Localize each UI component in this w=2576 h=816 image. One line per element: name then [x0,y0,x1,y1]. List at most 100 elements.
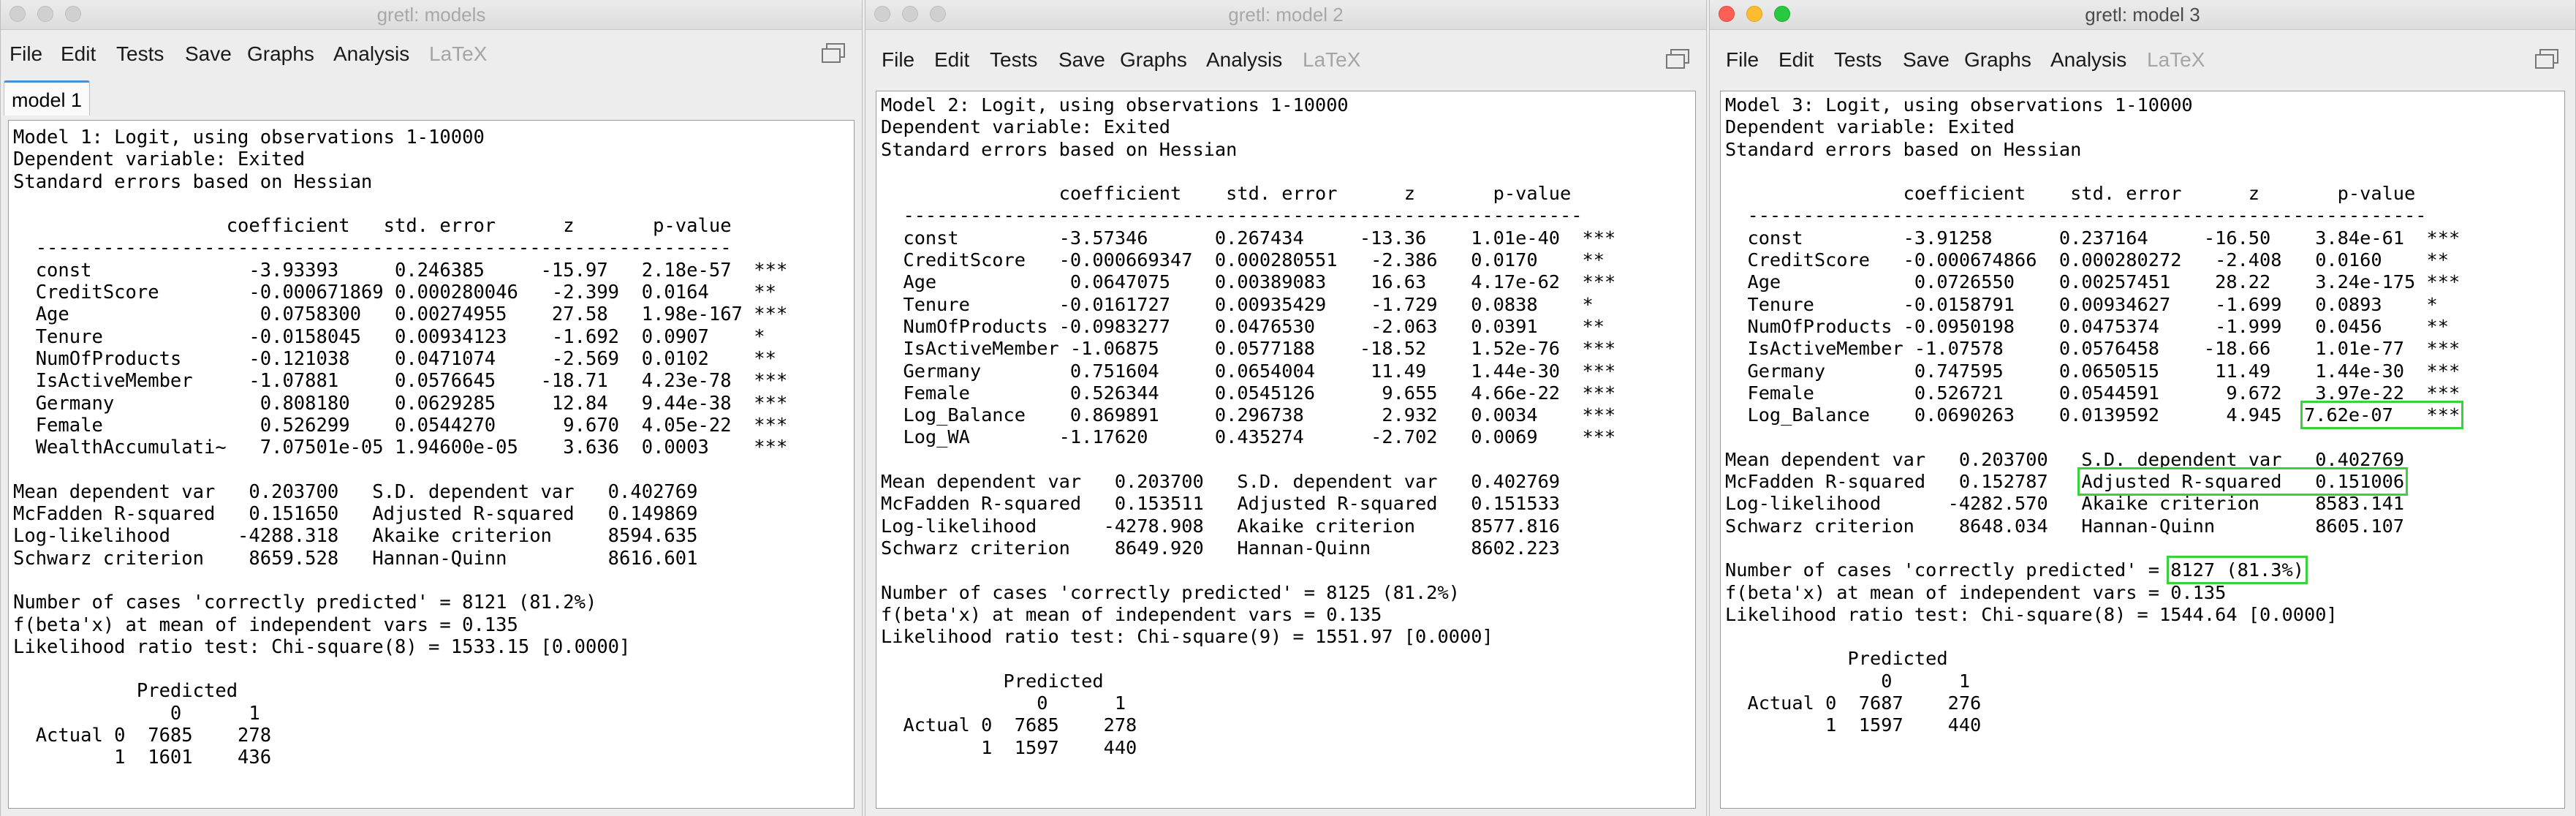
output-line: ----------------------------------------… [1725,205,2427,227]
output-line: Log-likelihood -4282.570 Akaike criterio… [1725,493,2405,515]
output-line: Standard errors based on Hessian [881,138,1238,160]
output-line: IsActiveMember -1.07578 0.0576458 -18.66… [1725,338,2461,360]
output-line: Age 0.0647075 0.00389083 16.63 4.17e-62 … [881,271,1616,293]
output-line: IsActiveMember -1.06875 0.0577188 -18.52… [881,338,1616,360]
menu-edit[interactable]: Edit [1778,48,1814,72]
output-line: IsActiveMember -1.07881 0.0576645 -18.71… [13,370,788,393]
output-line: Mean dependent var 0.203700 S.D. depende… [13,480,698,503]
output-line: Predicted [13,680,238,703]
menu-file[interactable]: File [10,42,42,66]
restore-window-icon[interactable] [821,42,846,64]
menu-edit[interactable]: Edit [61,42,96,66]
window-models: gretl: models File Edit Tests Save Graph… [0,0,863,816]
output-line: 1 1601 436 [13,747,272,769]
window-title: gretl: model 2 [1228,4,1344,26]
output-line: Schwarz criterion 8649.920 Hannan-Quinn … [881,537,1561,559]
window-model-2: gretl: model 2 File Edit Tests Save Grap… [865,0,1707,816]
output-line: Tenure -0.0161727 0.00935429 -1.729 0.08… [881,293,1594,315]
model-output-area[interactable]: Model 1: Logit, using observations 1-100… [8,120,855,809]
model-2-output: Model 2: Logit, using observations 1-100… [881,94,1615,759]
menu-analysis[interactable]: Analysis [1206,48,1282,72]
menubar: File Edit Tests Save Graphs Analysis LaT… [1710,41,2575,82]
output-line: CreditScore -0.000674866 0.000280272 -2.… [1725,249,2449,271]
output-line: McFadden R-squared 0.152787 Adjusted R-s… [1725,467,2409,496]
restore-window-icon[interactable] [2534,48,2559,70]
menubar: File Edit Tests Save Graphs Analysis LaT… [865,41,1706,82]
output-line: f(beta'x) at mean of independent vars = … [1725,581,2227,603]
output-line: Predicted [881,670,1104,692]
output-line: Actual 0 7687 276 [1725,692,1982,714]
menu-tests[interactable]: Tests [1834,48,1882,72]
output-line: Actual 0 7685 278 [881,714,1137,736]
window-title: gretl: models [376,4,486,26]
menu-edit[interactable]: Edit [934,48,969,72]
window-title: gretl: model 3 [2085,4,2200,26]
output-line: Log-likelihood -4278.908 Akaike criterio… [881,515,1561,537]
output-line: Age 0.0758300 0.00274955 27.58 1.98e-167… [13,303,788,326]
menu-graphs[interactable]: Graphs [1964,48,2031,72]
output-line: Number of cases 'correctly predicted' = … [881,581,1460,603]
output-line: NumOfProducts -0.121038 0.0471074 -2.569… [13,347,776,370]
model-output-area[interactable]: Model 3: Logit, using observations 1-100… [1720,91,2565,809]
menu-graphs[interactable]: Graphs [247,42,314,66]
titlebar[interactable]: gretl: model 3 [1710,0,2575,30]
output-line: Standard errors based on Hessian [1725,138,2082,160]
output-line: Standard errors based on Hessian [13,170,373,193]
output-line: Schwarz criterion 8659.528 Hannan-Quinn … [13,547,698,570]
menubar: File Edit Tests Save Graphs Analysis LaT… [1,35,862,76]
output-line: const -3.91258 0.237164 -16.50 3.84e-61 … [1725,227,2461,249]
menu-analysis[interactable]: Analysis [333,42,409,66]
titlebar[interactable]: gretl: model 2 [865,0,1706,30]
output-line: Predicted [1725,648,1948,670]
menu-save[interactable]: Save [1903,48,1950,72]
output-line: Mean dependent var 0.203700 S.D. depende… [1725,448,2405,470]
menu-save[interactable]: Save [185,42,232,66]
highlight-log-balance-pvalue: 7.62e-07 *** [2300,401,2464,430]
output-line: Age 0.0726550 0.00257451 28.22 3.24e-175… [1725,271,2461,293]
output-line: Female 0.526299 0.0544270 9.670 4.05e-22… [13,414,788,437]
output-line: f(beta'x) at mean of independent vars = … [881,603,1382,625]
highlight-adjusted-r-squared: Adjusted R-squared 0.151006 [2077,467,2409,496]
output-line: Female 0.526344 0.0545126 9.655 4.66e-22… [881,382,1616,404]
output-line: McFadden R-squared 0.151650 Adjusted R-s… [13,503,698,526]
model-1-output: Model 1: Logit, using observations 1-100… [13,126,787,769]
output-line: ----------------------------------------… [13,237,732,260]
menu-analysis[interactable]: Analysis [2050,48,2126,72]
output-line: CreditScore -0.000669347 0.000280551 -2.… [881,249,1605,271]
model-output-area[interactable]: Model 2: Logit, using observations 1-100… [876,91,1696,809]
menu-graphs[interactable]: Graphs [1120,48,1187,72]
output-line: Mean dependent var 0.203700 S.D. depende… [881,471,1561,493]
output-line: Tenure -0.0158791 0.00934627 -1.699 0.08… [1725,293,2438,315]
output-line: Schwarz criterion 8648.034 Hannan-Quinn … [1725,515,2405,537]
menu-file[interactable]: File [1726,48,1759,72]
menu-latex: LaTeX [429,42,488,65]
output-line: f(beta'x) at mean of independent vars = … [13,613,518,636]
output-line: coefficient std. error z p-value [1725,183,2416,205]
output-line: Germany 0.751604 0.0654004 11.49 1.44e-3… [881,360,1616,382]
menu-tests[interactable]: Tests [990,48,1037,72]
output-line: Model 1: Logit, using observations 1-100… [13,126,485,148]
output-line: CreditScore -0.000671869 0.000280046 -2.… [13,282,776,304]
output-line: const -3.57346 0.267434 -13.36 1.01e-40 … [881,227,1616,249]
menu-save[interactable]: Save [1058,48,1105,72]
output-line: 0 1 [1725,670,1971,692]
output-line: NumOfProducts -0.0983277 0.0476530 -2.06… [881,315,1605,337]
menu-file[interactable]: File [882,48,914,72]
output-line: NumOfProducts -0.0950198 0.0475374 -1.99… [1725,315,2449,337]
titlebar[interactable]: gretl: models [1,0,862,30]
output-line: 0 1 [13,702,260,725]
output-line: Tenure -0.0158045 0.00934123 -1.692 0.09… [13,325,765,348]
menu-tests[interactable]: Tests [116,42,164,66]
output-line: McFadden R-squared 0.153511 Adjusted R-s… [881,493,1561,515]
restore-window-icon[interactable] [1665,48,1690,70]
tab-model-1[interactable]: model 1 [4,80,91,116]
